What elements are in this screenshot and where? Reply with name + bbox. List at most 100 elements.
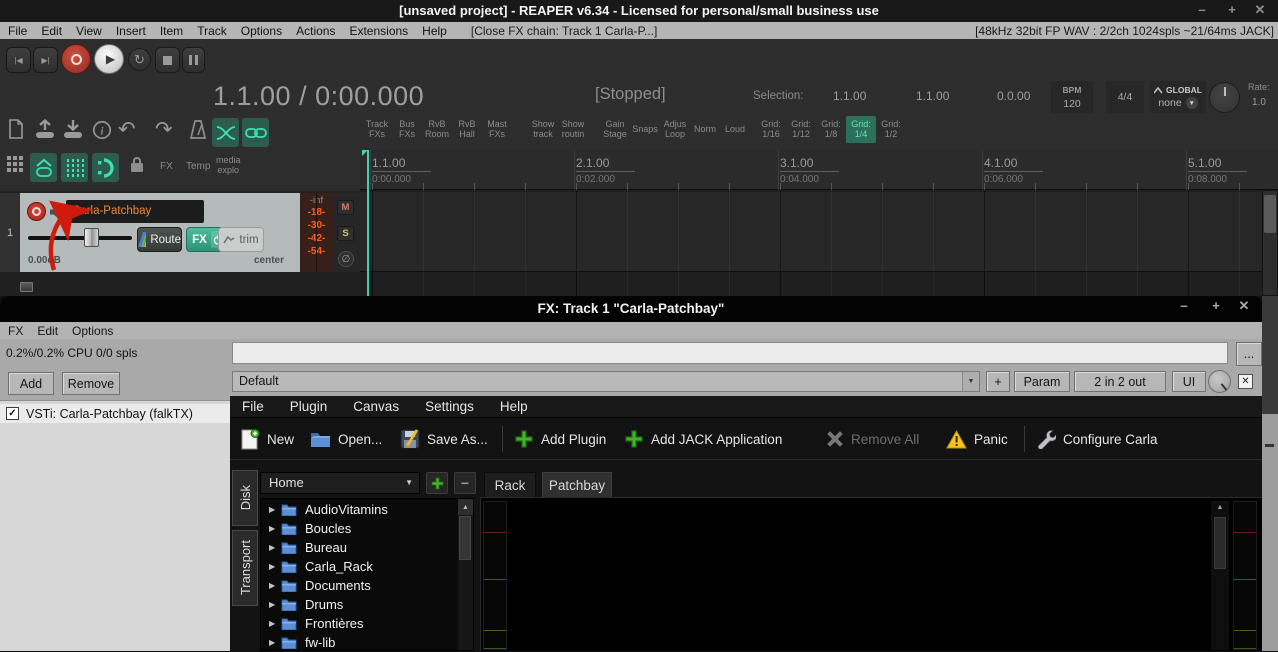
global-dropdown-icon[interactable]: ▼ xyxy=(1185,97,1198,109)
time-signature-box[interactable]: 4/4 xyxy=(1106,81,1144,113)
expand-icon[interactable]: ▶ xyxy=(269,638,281,647)
location-dropdown-icon[interactable]: ▼ xyxy=(405,473,413,493)
mute-button[interactable]: M xyxy=(337,200,354,215)
tab-patchbay-active[interactable]: Patchbay xyxy=(542,472,612,498)
trim-envelope-button[interactable]: trim xyxy=(218,227,264,252)
tempo-shortcut-label[interactable]: Temp xyxy=(186,161,210,172)
tree-item-bureau[interactable]: ▶ Bureau xyxy=(261,538,459,557)
window-minimize-button[interactable]: – xyxy=(1192,0,1212,22)
fx-enabled-checkbox[interactable]: ✓ xyxy=(6,407,19,420)
menu-file[interactable]: File xyxy=(8,24,27,38)
fx-comment-field[interactable] xyxy=(232,342,1228,364)
fx-remove-button[interactable]: Remove xyxy=(62,372,120,395)
toggle-norm[interactable]: Norm xyxy=(690,116,720,134)
tab-disk[interactable]: Disk xyxy=(232,470,258,526)
tab-rack[interactable]: Rack xyxy=(484,472,536,498)
menu-item[interactable]: Item xyxy=(160,24,183,38)
location-dropdown[interactable]: Home ▼ xyxy=(260,472,420,494)
expand-icon[interactable]: ▶ xyxy=(269,581,281,590)
go-to-start-button[interactable]: |◀ xyxy=(6,47,31,73)
playrate-knob[interactable] xyxy=(1209,82,1240,113)
fx-chain-item[interactable]: ✓ VSTi: Carla-Patchbay (falkTX) xyxy=(0,404,230,423)
menu-actions[interactable]: Actions xyxy=(296,24,335,38)
fx-more-button[interactable]: ... xyxy=(1236,342,1262,366)
scroll-up-icon[interactable]: ▲ xyxy=(1211,501,1229,514)
file-browser-tree[interactable]: ▶ AudioVitamins ▶ Boucles ▶ Bureau ▶ Carla_R… xyxy=(260,498,474,651)
preset-dropdown[interactable]: Default ▼ xyxy=(232,371,980,392)
crossfade-toggle-icon[interactable] xyxy=(212,118,239,147)
selection-end[interactable]: 1.1.00 xyxy=(916,89,949,103)
global-automation-box[interactable]: GLOBAL none ▼ xyxy=(1150,81,1206,113)
tree-item-documents[interactable]: ▶ Documents xyxy=(261,576,459,595)
tree-item-drums[interactable]: ▶ Drums xyxy=(261,595,459,614)
arrange-vertical-scrollbar[interactable] xyxy=(1262,190,1278,296)
toggle-grid-1-4-active[interactable]: Grid: 1/4 xyxy=(846,116,876,143)
toggle-rvb-hall[interactable]: RvB Hall xyxy=(452,116,482,139)
track-pan-value[interactable]: center xyxy=(238,255,284,266)
expand-icon[interactable]: ▶ xyxy=(269,562,281,571)
save-project-icon[interactable] xyxy=(62,119,84,141)
toggle-show-track[interactable]: Show track xyxy=(528,116,558,139)
menu-insert[interactable]: Insert xyxy=(116,24,146,38)
docker-grid-icon[interactable] xyxy=(6,155,26,175)
selection-length[interactable]: 0.0.00 xyxy=(997,89,1030,103)
toggle-bus-fxs[interactable]: Bus FXs xyxy=(392,116,422,139)
phase-button[interactable]: ∅ xyxy=(338,251,354,267)
go-to-end-button[interactable]: ▶| xyxy=(33,47,58,73)
new-project-icon[interactable] xyxy=(8,119,24,139)
solo-button[interactable]: S xyxy=(337,226,354,241)
snap-toggle-icon[interactable] xyxy=(92,153,119,182)
carla-add-jack-button[interactable]: Add JACK Application xyxy=(624,424,782,454)
preset-dropdown-icon[interactable]: ▼ xyxy=(962,372,979,391)
menu-track[interactable]: Track xyxy=(197,24,227,38)
toggle-gain-stage[interactable]: Gain Stage xyxy=(600,116,630,139)
ui-toggle-button[interactable]: UI xyxy=(1172,371,1206,392)
window-close-button[interactable]: ✕ xyxy=(1250,0,1270,22)
project-settings-icon[interactable]: i xyxy=(92,120,112,140)
scrollbar-thumb[interactable] xyxy=(459,516,471,560)
expand-icon[interactable]: ▶ xyxy=(269,543,281,552)
fx-window-titlebar[interactable]: FX: Track 1 "Carla-Patchbay" – + ✕ xyxy=(0,296,1262,322)
tree-item-boucles[interactable]: ▶ Boucles xyxy=(261,519,459,538)
toggle-snaps[interactable]: Snaps xyxy=(630,116,660,134)
fx-minimize-button[interactable]: – xyxy=(1174,296,1194,318)
redo-icon[interactable]: ↷ xyxy=(155,117,173,142)
expand-icon[interactable]: ▶ xyxy=(269,524,281,533)
tab-transport[interactable]: Transport xyxy=(232,530,258,606)
menu-options[interactable]: Options xyxy=(241,24,282,38)
toggle-show-routing[interactable]: Show routin xyxy=(558,116,588,139)
metronome-icon[interactable] xyxy=(188,119,208,141)
carla-new-button[interactable]: New xyxy=(240,424,294,454)
toggle-adjust-loop[interactable]: Adjus Loop xyxy=(660,116,690,139)
record-button[interactable] xyxy=(61,44,91,74)
carla-menu-help[interactable]: Help xyxy=(500,399,528,414)
add-location-button[interactable] xyxy=(426,472,448,494)
carla-configure-button[interactable]: Configure Carla xyxy=(1036,424,1158,454)
arrange-view[interactable] xyxy=(360,190,1278,296)
expand-icon[interactable]: ▶ xyxy=(269,600,281,609)
toggle-grid-1-2[interactable]: Grid: 1/2 xyxy=(876,116,906,139)
tree-item-audiovitamins[interactable]: ▶ AudioVitamins xyxy=(261,500,459,519)
carla-add-plugin-button[interactable]: Add Plugin xyxy=(514,424,606,454)
canvas-scrollbar[interactable]: ▲ xyxy=(1211,501,1229,650)
bypass-checkbox[interactable]: ✕ xyxy=(1238,374,1253,389)
toggle-grid-1-8[interactable]: Grid: 1/8 xyxy=(816,116,846,139)
route-button[interactable]: Route xyxy=(137,227,182,252)
expand-icon[interactable]: ▶ xyxy=(269,619,281,628)
toggle-rvb-room[interactable]: RvB Room xyxy=(422,116,452,139)
track-folder-icon[interactable] xyxy=(20,282,33,292)
track-number[interactable]: 1 xyxy=(0,193,20,272)
patchbay-canvas[interactable]: ▲ xyxy=(480,497,1262,651)
lock-icon[interactable] xyxy=(128,155,146,174)
tree-item-carla-rack[interactable]: ▶ Carla_Rack xyxy=(261,557,459,576)
timeline-ruler[interactable]: 1.1.00 0:00.000 2.1.00 0:02.000 3.1.00 0:04… xyxy=(360,150,1278,190)
menu-help[interactable]: Help xyxy=(422,24,447,38)
fx-add-button[interactable]: Add xyxy=(8,372,54,395)
fx-close-button[interactable]: ✕ xyxy=(1234,296,1254,318)
play-button[interactable]: ▶ xyxy=(94,44,124,74)
toggle-grid-1-16[interactable]: Grid: 1/16 xyxy=(756,116,786,139)
grid-lines-icon[interactable] xyxy=(61,153,88,182)
track-meter[interactable]: -inf -18- -30- -42- -54- xyxy=(300,193,333,272)
stop-button[interactable] xyxy=(155,47,180,73)
media-explorer-label[interactable]: media explo xyxy=(216,155,241,175)
